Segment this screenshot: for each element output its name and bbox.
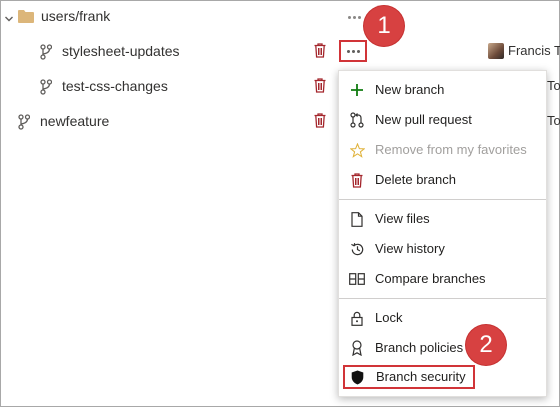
menu-item-new-branch[interactable]: New branch — [339, 76, 546, 104]
file-icon — [349, 211, 365, 227]
menu-separator — [339, 199, 546, 200]
menu-item-new-pull-request[interactable]: New pull request — [339, 106, 546, 134]
menu-item-remove-favorites[interactable]: Remove from my favorites — [339, 136, 546, 164]
menu-item-label: View history — [375, 241, 445, 256]
branch-icon — [18, 114, 30, 130]
delete-branch-icon[interactable] — [314, 43, 326, 58]
ribbon-icon — [349, 340, 365, 356]
history-icon — [349, 241, 365, 257]
menu-item-delete-branch[interactable]: Delete branch — [339, 166, 546, 194]
menu-item-label: Delete branch — [375, 172, 456, 187]
menu-item-label: Remove from my favorites — [375, 142, 527, 157]
menu-item-label: Branch policies — [375, 340, 464, 355]
author-name: To — [547, 78, 560, 93]
trash-icon — [349, 172, 365, 188]
star-icon — [349, 142, 365, 158]
branch-icon — [40, 44, 52, 60]
menu-item-label: Lock — [375, 310, 403, 325]
delete-branch-icon[interactable] — [314, 78, 326, 93]
avatar — [488, 43, 504, 59]
branch-more-button[interactable] — [339, 40, 367, 62]
menu-item-label: Compare branches — [375, 271, 486, 286]
menu-item-view-files[interactable]: View files — [339, 205, 546, 233]
branch-label[interactable]: test-css-changes — [62, 78, 168, 94]
delete-branch-icon[interactable] — [314, 113, 326, 128]
menu-item-branch-security[interactable]: Branch security — [343, 365, 475, 389]
branch-icon — [40, 79, 52, 95]
shield-icon — [349, 369, 365, 385]
compare-icon — [349, 271, 365, 287]
callout-badge: 2 — [466, 325, 506, 365]
folder-icon — [18, 9, 34, 23]
callout-badge: 1 — [364, 6, 404, 46]
collapse-chevron-icon[interactable] — [4, 11, 14, 27]
branch-label[interactable]: newfeature — [40, 113, 109, 129]
plus-icon — [349, 82, 365, 98]
folder-label[interactable]: users/frank — [41, 8, 110, 24]
menu-separator — [339, 298, 546, 299]
pull-request-icon — [349, 112, 365, 128]
menu-item-label: View files — [375, 211, 430, 226]
lock-icon — [349, 310, 365, 326]
menu-item-label: New pull request — [375, 112, 472, 127]
menu-item-compare-branches[interactable]: Compare branches — [339, 265, 546, 293]
branch-label[interactable]: stylesheet-updates — [62, 43, 180, 59]
branch-context-menu: New branch New pull request Remove from … — [338, 70, 547, 397]
folder-more-button[interactable] — [342, 10, 366, 24]
menu-item-label: Branch security — [376, 369, 466, 384]
menu-item-lock[interactable]: Lock — [339, 304, 546, 332]
author-name: Francis To — [508, 43, 560, 58]
menu-item-view-history[interactable]: View history — [339, 235, 546, 263]
menu-item-branch-policies[interactable]: Branch policies — [339, 334, 546, 362]
menu-item-label: New branch — [375, 82, 445, 97]
author-name: To — [547, 113, 560, 128]
